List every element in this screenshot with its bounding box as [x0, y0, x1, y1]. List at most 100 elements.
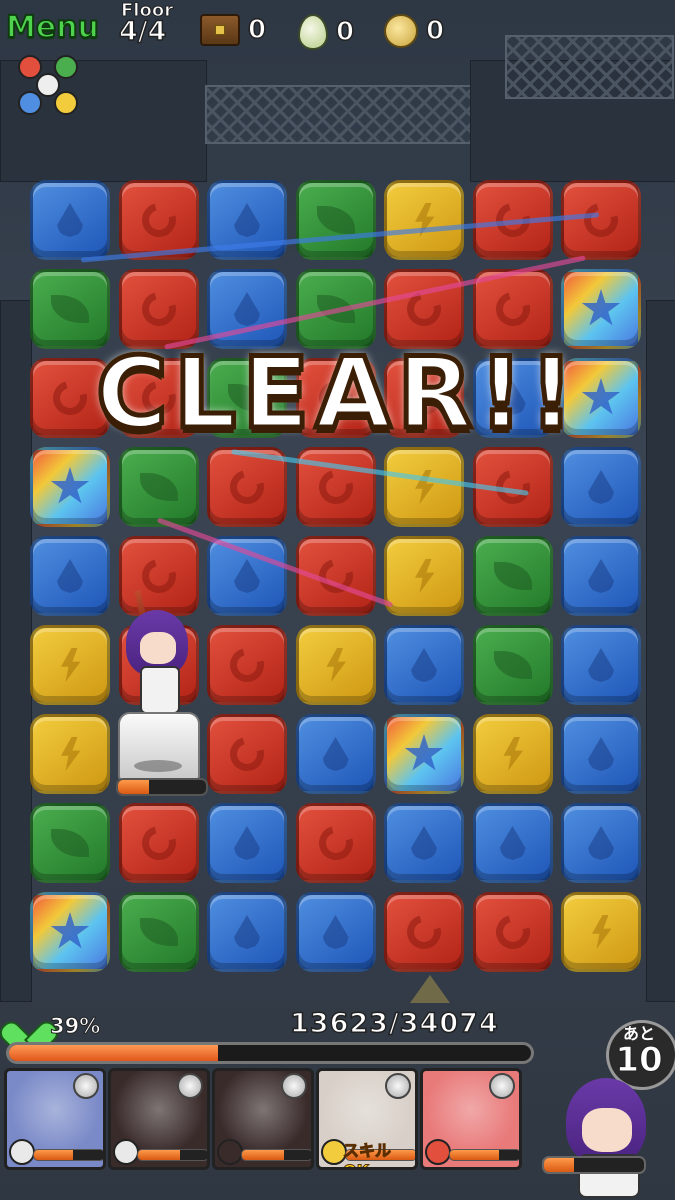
- water-drop-icon: [234, 915, 260, 949]
- orb-blue[interactable]: [30, 536, 110, 616]
- orb-green[interactable]: [30, 803, 110, 883]
- puzzle-board[interactable]: [30, 180, 646, 974]
- fire-icon: [223, 641, 271, 689]
- orb-blue[interactable]: [207, 536, 287, 616]
- heart-icon: [10, 1008, 44, 1038]
- egg-counter: 0: [298, 14, 355, 50]
- fire-icon: [489, 285, 536, 333]
- orb-blue[interactable]: [472, 803, 553, 883]
- orb-yellow[interactable]: [384, 447, 464, 527]
- lightning-icon: [61, 648, 81, 682]
- card-badge-icon: [281, 1073, 307, 1099]
- orb-blue[interactable]: [561, 714, 641, 794]
- orb-yellow[interactable]: [384, 536, 464, 616]
- background-fence: [505, 35, 674, 99]
- light-attr-icon: [54, 91, 78, 115]
- orb-rainbow[interactable]: [30, 447, 110, 527]
- menu-button[interactable]: Menu: [5, 9, 100, 46]
- orb-green[interactable]: [472, 625, 553, 705]
- orb-blue[interactable]: [384, 625, 464, 705]
- leaf-icon: [316, 206, 355, 234]
- character-face: [140, 632, 176, 664]
- card-skill-bar: [241, 1149, 311, 1161]
- orb-red[interactable]: [384, 892, 464, 972]
- orb-red[interactable]: [207, 714, 287, 794]
- orb-red[interactable]: [207, 625, 287, 705]
- water-drop-icon: [234, 826, 260, 860]
- character-skill-fill: [118, 780, 149, 794]
- orb-yellow[interactable]: [561, 892, 641, 972]
- egg-count: 0: [335, 16, 355, 48]
- lightning-icon: [592, 915, 612, 949]
- card-skill-bar: [137, 1149, 207, 1161]
- card-skill-fill: [242, 1150, 284, 1160]
- star-icon: [404, 734, 444, 771]
- party-card[interactable]: スキルOK: [316, 1068, 418, 1170]
- orb-blue[interactable]: [295, 892, 376, 972]
- orb-rainbow[interactable]: [30, 892, 110, 972]
- star-icon: [50, 912, 90, 949]
- orb-red[interactable]: [295, 803, 376, 883]
- water-drop-icon: [588, 826, 614, 860]
- party-card[interactable]: [108, 1068, 210, 1170]
- orb-blue[interactable]: [207, 892, 287, 972]
- star-icon: [581, 289, 621, 326]
- orb-red[interactable]: [118, 803, 199, 883]
- water-drop-icon: [234, 559, 260, 593]
- card-skill-fill: [450, 1150, 499, 1160]
- orb-blue[interactable]: [561, 625, 641, 705]
- floor-value: 4/4: [118, 15, 167, 48]
- coin-count: 0: [425, 15, 445, 47]
- party-card[interactable]: [212, 1068, 314, 1170]
- clear-banner: CLEAR!!: [88, 335, 588, 454]
- orb-yellow[interactable]: [384, 180, 464, 260]
- orb-blue[interactable]: [384, 803, 464, 883]
- orb-green[interactable]: [472, 536, 553, 616]
- background-fence: [205, 85, 474, 144]
- orb-blue[interactable]: [561, 803, 641, 883]
- water-drop-icon: [57, 559, 83, 593]
- card-badge-icon: [385, 1073, 411, 1099]
- orb-blue[interactable]: [295, 714, 376, 794]
- party-card[interactable]: [4, 1068, 106, 1170]
- character-skill-bar: [116, 778, 208, 796]
- leaf-icon: [139, 918, 178, 946]
- orb-yellow[interactable]: [30, 625, 110, 705]
- leader-character[interactable]: [538, 1058, 673, 1200]
- lightning-icon: [503, 737, 523, 771]
- orb-red[interactable]: [561, 180, 641, 260]
- card-attribute-icon: [113, 1139, 139, 1165]
- orb-green[interactable]: [118, 892, 199, 972]
- water-drop-icon: [411, 648, 437, 682]
- fire-icon: [46, 374, 94, 422]
- card-attribute-icon: [217, 1139, 243, 1165]
- water-drop-icon: [57, 203, 83, 237]
- fire-icon: [577, 196, 625, 244]
- orb-rainbow[interactable]: [384, 714, 464, 794]
- orb-green[interactable]: [295, 180, 376, 260]
- card-badge-icon: [177, 1073, 203, 1099]
- orb-blue[interactable]: [561, 447, 641, 527]
- background-pillar: [646, 300, 675, 1002]
- card-skill-bar: [33, 1149, 103, 1161]
- fire-icon: [312, 819, 359, 867]
- leaf-icon: [493, 651, 532, 679]
- orb-yellow[interactable]: [295, 625, 376, 705]
- orb-green[interactable]: [118, 447, 199, 527]
- fire-icon: [223, 463, 271, 511]
- orb-yellow[interactable]: [30, 714, 110, 794]
- leaf-icon: [493, 562, 532, 590]
- orb-blue[interactable]: [561, 536, 641, 616]
- coin-icon: [384, 14, 418, 48]
- orb-blue[interactable]: [30, 180, 110, 260]
- fire-icon: [135, 819, 182, 867]
- fire-attr-icon: [18, 55, 42, 79]
- fire-icon: [135, 285, 182, 333]
- orb-yellow[interactable]: [472, 714, 553, 794]
- clear-text: CLEAR!!: [93, 335, 580, 454]
- hp-bar-fill: [9, 1045, 218, 1061]
- orb-blue[interactable]: [207, 803, 287, 883]
- party-card[interactable]: [420, 1068, 522, 1170]
- card-skill-bar: [449, 1149, 519, 1161]
- orb-red[interactable]: [472, 892, 553, 972]
